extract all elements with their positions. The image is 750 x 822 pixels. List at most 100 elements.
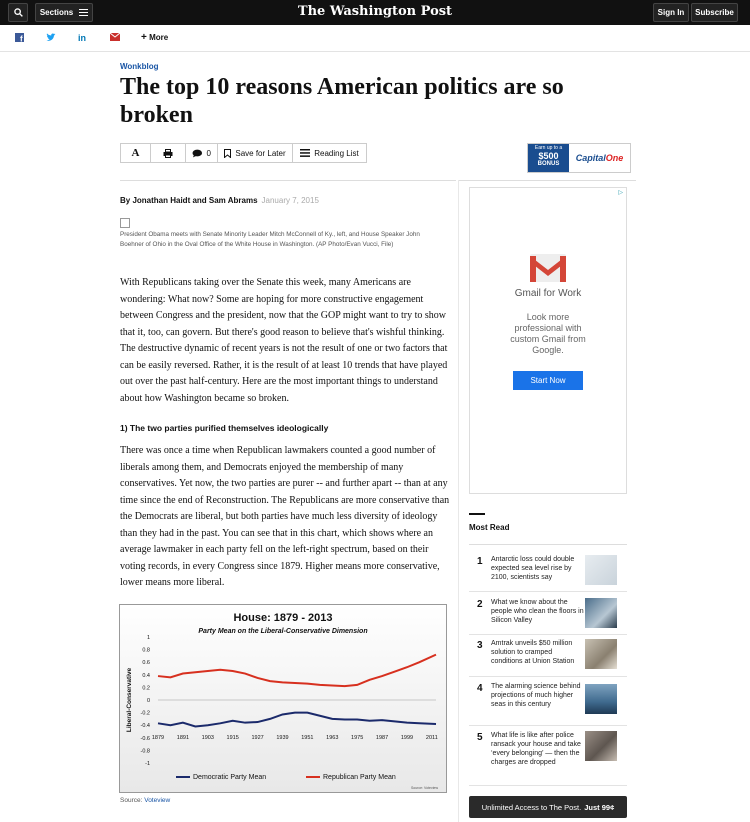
rank-number: 4 xyxy=(477,683,483,694)
comment-icon xyxy=(192,149,203,157)
comment-count: 0 xyxy=(206,148,211,158)
y-tick-label: -1 xyxy=(145,761,150,767)
author-names[interactable]: By Jonathan Haidt and Sam Abrams xyxy=(120,196,258,205)
y-tick-label: 0.4 xyxy=(142,673,150,679)
photo-caption: President Obama meets with Senate Minori… xyxy=(120,231,420,248)
top-nav-bar: Sections The Washington Post Sign In Sub… xyxy=(0,0,750,25)
sign-in-button[interactable]: Sign In xyxy=(653,3,689,22)
x-tick-label: 1987 xyxy=(376,735,388,741)
x-tick-label: 1975 xyxy=(351,735,363,741)
font-size-button[interactable]: A xyxy=(121,144,151,162)
list-icon xyxy=(300,149,311,157)
chart-subtitle: Party Mean on the Liberal-Conservative D… xyxy=(198,628,367,635)
byline: By Jonathan Haidt and Sam Abrams January … xyxy=(120,196,319,205)
site-logo[interactable]: The Washington Post xyxy=(0,4,750,19)
legend-label: Democratic Party Mean xyxy=(193,774,266,781)
story-title: What life is like after police ransack y… xyxy=(491,732,581,766)
email-icon xyxy=(109,32,121,41)
subscribe-button[interactable]: Subscribe xyxy=(691,3,738,22)
capital-one-banner-ad[interactable]: Earn up to a $500 BONUS Capital One xyxy=(527,143,631,173)
y-tick-label: 0.2 xyxy=(142,685,150,691)
divider xyxy=(469,634,627,635)
reading-list-label: Reading List xyxy=(314,148,359,158)
most-read-accent xyxy=(469,513,485,515)
story-title: Amtrak unveils $50 million solution to c… xyxy=(491,640,575,665)
ad-offer-bonus: BONUS xyxy=(537,161,560,167)
chart-footnote: Source: Voteview xyxy=(411,786,439,790)
source-link[interactable]: Voteview xyxy=(144,797,170,804)
comments-button[interactable]: 0 xyxy=(186,144,218,162)
story-title: What we know about the people who clean … xyxy=(491,599,584,624)
column-divider xyxy=(458,180,459,822)
linkedin-icon: in xyxy=(78,33,86,43)
y-tick-label: -0.2 xyxy=(141,711,150,717)
chart-title: House: 1879 - 2013 xyxy=(233,612,332,624)
twitter-share-button[interactable] xyxy=(46,33,56,45)
article-image-placeholder xyxy=(120,218,130,228)
x-tick-label: 1939 xyxy=(276,735,288,741)
story-thumbnail xyxy=(585,555,617,585)
divider xyxy=(469,725,627,726)
story-title: The alarming science behind projections … xyxy=(491,683,581,708)
section-subhead: 1) The two parties purified themselves i… xyxy=(120,423,329,433)
ad-body: Look more professional with custom Gmail… xyxy=(470,312,626,356)
gmail-side-ad[interactable]: ▷ Gmail for Work Look more professional … xyxy=(469,187,627,494)
story-thumbnail xyxy=(585,598,617,628)
start-now-button[interactable]: Start Now xyxy=(513,371,583,390)
brand-part-a: Capital xyxy=(575,153,606,163)
x-tick-label: 1903 xyxy=(202,735,214,741)
story-thumbnail xyxy=(585,639,617,669)
x-tick-label: 1915 xyxy=(227,735,239,741)
chart-source: Source: Voteview xyxy=(120,797,170,804)
x-tick-label: 1999 xyxy=(401,735,413,741)
ad-body-text: Look more professional with custom Gmail… xyxy=(510,312,586,355)
linkedin-share-button[interactable]: in xyxy=(78,33,86,43)
facebook-share-button[interactable]: f xyxy=(15,33,24,45)
y-tick-label: 0.6 xyxy=(142,660,150,666)
publish-date: January 7, 2015 xyxy=(261,196,319,205)
print-button[interactable] xyxy=(151,144,186,162)
y-tick-label: 0 xyxy=(147,698,150,704)
more-share-button[interactable]: + More xyxy=(141,32,168,43)
subscription-cta-button[interactable]: Unlimited Access to The Post. Just 99¢ xyxy=(469,796,627,818)
x-tick-label: 1951 xyxy=(301,735,313,741)
adchoices-icon[interactable]: ▷ xyxy=(618,189,623,196)
cta-price: Just 99¢ xyxy=(584,802,615,812)
divider xyxy=(469,785,627,786)
divider xyxy=(459,180,636,181)
brand-part-b: One xyxy=(605,153,624,163)
y-tick-label: 1 xyxy=(147,635,150,641)
story-thumbnail xyxy=(585,731,617,761)
y-tick-label: -0.8 xyxy=(141,748,150,754)
share-bar: f in + More xyxy=(0,25,750,52)
x-tick-label: 2011 xyxy=(426,735,438,741)
x-tick-label: 1963 xyxy=(326,735,338,741)
x-tick-label: 1891 xyxy=(177,735,189,741)
capital-one-logo: Capital One xyxy=(569,144,630,172)
ad-offer-amount: $500 xyxy=(538,151,559,161)
legend-label: Republican Party Mean xyxy=(323,774,396,781)
article-paragraph-1: With Republicans taking over the Senate … xyxy=(120,277,448,404)
y-tick-label: 0.8 xyxy=(142,648,150,654)
email-share-button[interactable] xyxy=(109,32,121,44)
x-tick-label: 1927 xyxy=(251,735,263,741)
facebook-icon: f xyxy=(15,33,24,44)
save-for-later-button[interactable]: Save for Later xyxy=(218,144,293,162)
ad-title: Gmail for Work xyxy=(514,288,582,299)
chart-frame: House: 1879 - 2013 Party Mean on the Libe… xyxy=(119,604,447,793)
divider xyxy=(469,676,627,677)
reading-list-button[interactable]: Reading List xyxy=(293,144,366,162)
most-read-title: Most Read xyxy=(469,523,510,532)
article-paragraph-2: There was once a time when Republican la… xyxy=(120,445,450,588)
y-tick-label: -0.6 xyxy=(141,736,150,742)
more-label: More xyxy=(149,33,169,42)
twitter-icon xyxy=(46,33,56,41)
story-thumbnail xyxy=(585,684,617,714)
rank-number: 2 xyxy=(477,599,483,610)
save-for-later-label: Save for Later xyxy=(235,148,286,158)
rank-number: 1 xyxy=(477,556,483,567)
gmail-logo-icon xyxy=(530,254,566,282)
article-headline: The top 10 reasons American politics are… xyxy=(120,74,564,128)
section-kicker[interactable]: Wonkblog xyxy=(120,62,159,71)
rank-number: 5 xyxy=(477,732,483,743)
